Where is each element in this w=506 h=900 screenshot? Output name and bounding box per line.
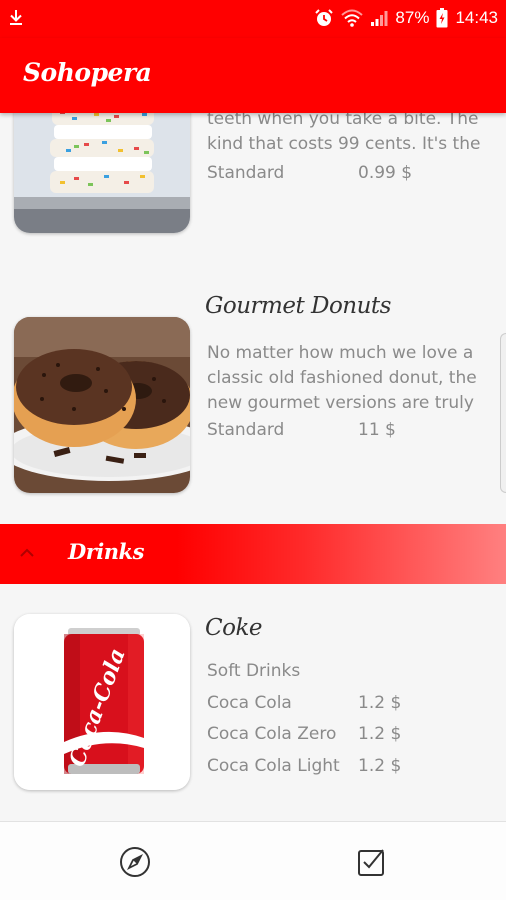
- signal-icon: [370, 9, 388, 27]
- item-name: Coke: [205, 615, 263, 641]
- compass-icon[interactable]: [117, 844, 153, 880]
- item-description: teeth when you take a bite. The kind tha…: [207, 113, 492, 157]
- download-icon: [8, 7, 24, 29]
- status-icons: 87% 14:43: [314, 7, 498, 29]
- price-label: Coca Cola Light: [207, 756, 340, 776]
- price-value: 11 $: [358, 420, 396, 440]
- donuts-image: [14, 317, 190, 493]
- chevron-up-icon[interactable]: [16, 544, 38, 566]
- battery-icon: [436, 8, 448, 28]
- section-title: Drinks: [68, 539, 144, 564]
- alarm-icon: [314, 8, 334, 28]
- category-label: Soft Drinks: [207, 661, 301, 681]
- description-line: classic old fashioned donut, the: [207, 368, 477, 388]
- checkbox-icon[interactable]: [353, 844, 389, 880]
- clock-text: 14:43: [455, 8, 498, 27]
- price-value: 1.2 $: [358, 756, 402, 776]
- description-line: teeth when you take a bite. The: [207, 113, 479, 129]
- bottom-navigation: [0, 821, 506, 900]
- ice-cream-sandwich-image: [14, 113, 190, 233]
- price-label: Standard: [207, 163, 285, 183]
- price-value: 0.99 $: [358, 163, 413, 183]
- price-value: 1.2 $: [358, 724, 402, 744]
- coke-can-image: Coca-Cola: [14, 614, 190, 790]
- battery-text: 87%: [395, 8, 430, 27]
- description-line: kind that costs 99 cents. It's the: [207, 134, 481, 154]
- scroll-indicator[interactable]: [500, 333, 506, 493]
- app-title: Sohopera: [23, 58, 152, 87]
- wifi-icon: [341, 9, 364, 27]
- app-bar: Sohopera: [0, 38, 506, 113]
- price-value: 1.2 $: [358, 693, 402, 713]
- status-bar: 87% 14:43: [0, 0, 506, 38]
- price-label: Coca Cola: [207, 693, 292, 713]
- description-line: No matter how much we love a: [207, 343, 474, 363]
- section-header-drinks[interactable]: Drinks: [0, 524, 506, 584]
- description-line: new gourmet versions are truly: [207, 393, 474, 413]
- price-label: Standard: [207, 420, 285, 440]
- menu-list[interactable]: teeth when you take a bite. The kind tha…: [0, 113, 506, 821]
- price-label: Coca Cola Zero: [207, 724, 337, 744]
- item-description: No matter how much we love a classic old…: [207, 341, 492, 416]
- item-name: Gourmet Donuts: [205, 293, 391, 319]
